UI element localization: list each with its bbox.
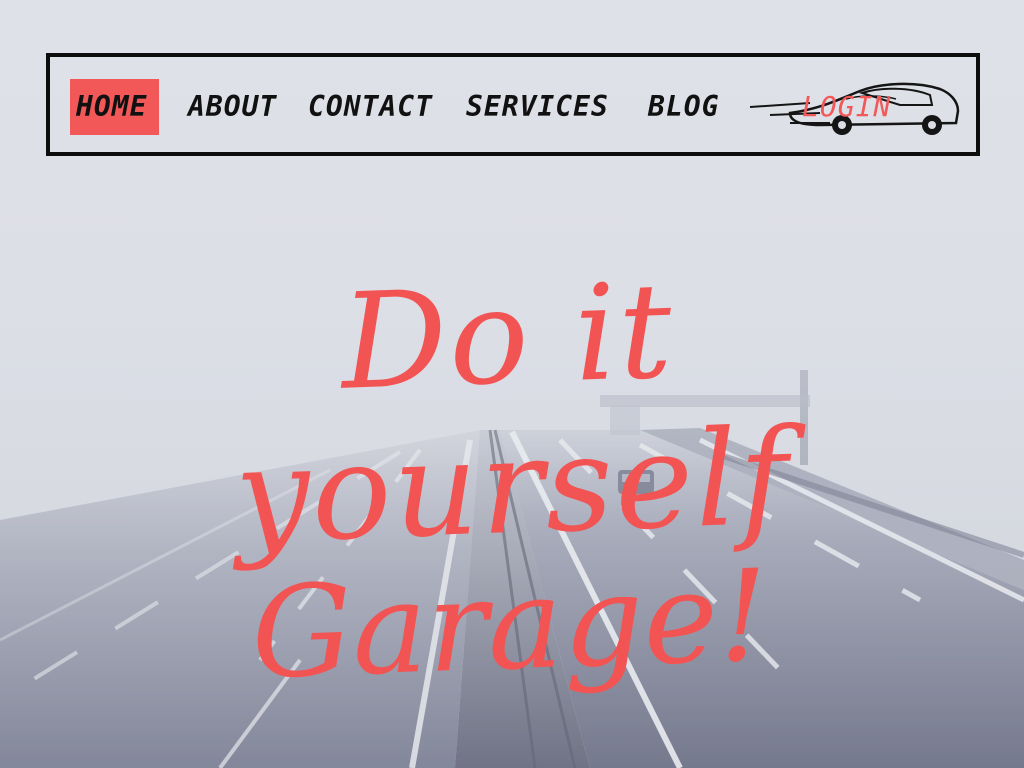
main-navbar: HOME ABOUT CONTACT SERVICES BLOG LOGIN (46, 53, 980, 156)
nav-item-contact[interactable]: CONTACT (308, 79, 433, 135)
nav-item-services[interactable]: SERVICES (466, 79, 609, 135)
nav-item-blog[interactable]: BLOG (648, 79, 719, 135)
hero-headline-line1: Do it yourself (232, 254, 793, 574)
login-button[interactable]: LOGIN (802, 79, 891, 135)
nav-item-about[interactable]: ABOUT (188, 79, 277, 135)
hero-headline-line2: Garage! (249, 542, 771, 707)
nav-item-home[interactable]: HOME (70, 79, 160, 135)
hero-headline: Do it yourself Garage! (60, 254, 960, 707)
